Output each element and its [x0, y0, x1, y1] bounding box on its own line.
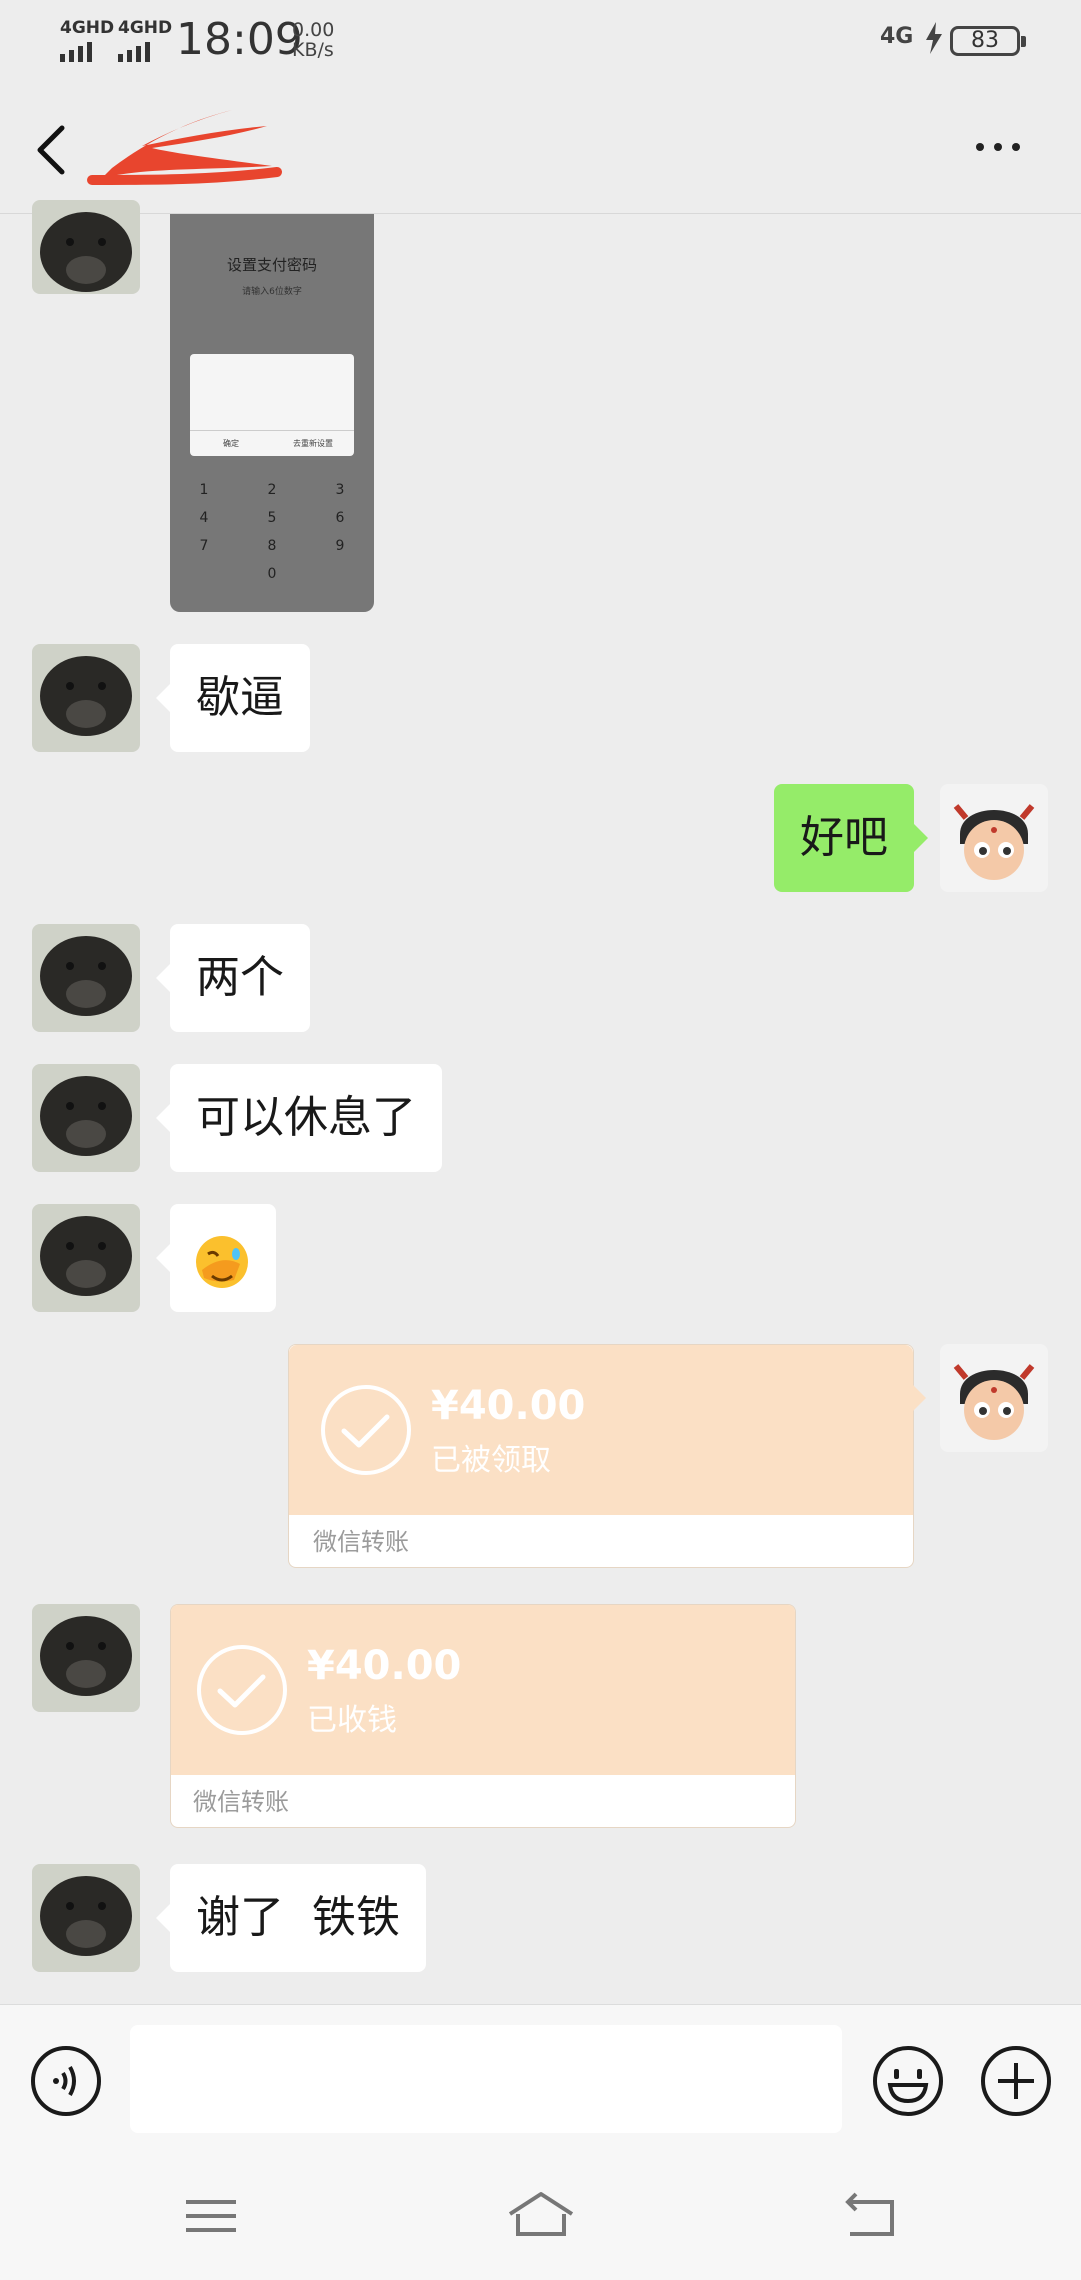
status-bar: 4GHD 4GHD 18:09 0.00 KB/s 4G 83 [0, 0, 1081, 82]
image-key: 4 [199, 510, 209, 526]
message-bubble-incoming[interactable]: 🤦 [156, 1204, 276, 1312]
plus-icon[interactable] [980, 2045, 1052, 2117]
contact-avatar[interactable] [32, 644, 140, 752]
network-type: 4G [880, 24, 914, 49]
chat-header [0, 82, 1081, 214]
message-input[interactable] [130, 2025, 842, 2133]
message-bubble-incoming[interactable]: 歇逼 [156, 644, 310, 752]
charging-icon [926, 22, 942, 54]
image-key: 9 [335, 538, 345, 554]
image-keypad: 1 2 3 4 5 6 7 8 9 0 [170, 482, 374, 582]
signal-strength-sim1: 4GHD [60, 18, 114, 62]
image-key: 6 [335, 510, 345, 526]
signal-strength-sim2: 4GHD [118, 18, 172, 62]
contact-avatar[interactable] [32, 200, 140, 294]
my-avatar[interactable] [940, 784, 1048, 892]
image-subtitle-text: 请输入6位数字 [242, 287, 302, 297]
redacted-contact-name [87, 110, 282, 185]
transfer-amount: ¥40.00 [431, 1383, 586, 1429]
voice-icon[interactable] [30, 2045, 102, 2117]
image-key [170, 566, 238, 582]
chevron-left-icon[interactable] [30, 122, 78, 178]
contact-avatar[interactable] [32, 1204, 140, 1312]
speed-unit: KB/s [292, 39, 334, 61]
image-key: 2 [267, 482, 277, 498]
message-bubble-incoming[interactable]: 可以休息了 [156, 1064, 442, 1172]
system-navigation-bar [0, 2148, 1081, 2280]
input-bar [0, 2004, 1081, 2148]
more-dots-icon[interactable] [976, 122, 1036, 172]
check-circle-icon [321, 1385, 411, 1475]
menu-icon[interactable] [176, 2188, 246, 2244]
message-bubble-incoming[interactable]: 两个 [156, 924, 310, 1032]
transfer-status: 已被领取 [431, 1443, 551, 1478]
image-dialog-confirm: 确定 [223, 439, 239, 448]
transfer-amount: ¥40.00 [307, 1643, 462, 1689]
speed-value: 0.00 [292, 19, 335, 41]
back-nav-icon[interactable] [836, 2188, 906, 2244]
check-circle-icon [197, 1645, 287, 1735]
message-bubble-incoming[interactable]: 谢了 铁铁 [156, 1864, 426, 1972]
image-dialog: 确定 去重新设置 [190, 354, 354, 456]
my-avatar[interactable] [940, 1344, 1048, 1452]
image-key: 3 [335, 482, 345, 498]
battery-indicator: 83 [950, 26, 1026, 56]
transfer-card-outgoing[interactable]: ¥40.00 已被领取 微信转账 [288, 1344, 926, 1568]
message-bubble-outgoing[interactable]: 好吧 [774, 784, 928, 892]
image-dialog-other: 去重新设置 [293, 439, 333, 448]
emoji-icon[interactable] [872, 2045, 944, 2117]
image-key: 8 [267, 538, 277, 554]
contact-avatar[interactable] [32, 1604, 140, 1712]
home-icon[interactable] [506, 2188, 576, 2244]
transfer-status: 已收钱 [307, 1703, 397, 1738]
contact-avatar[interactable] [32, 1064, 140, 1172]
transfer-card-incoming[interactable]: ¥40.00 已收钱 微信转账 [170, 1604, 796, 1828]
image-key: 7 [199, 538, 209, 554]
image-title-text: 设置支付密码 [226, 256, 317, 274]
image-message[interactable]: 设置支付密码 请输入6位数字 确定 去重新设置 1 2 3 4 5 6 7 8 … [170, 214, 374, 612]
network-speed: 0.00 KB/s [292, 20, 334, 60]
transfer-footer: 微信转账 [313, 1528, 409, 1556]
contact-avatar[interactable] [32, 924, 140, 1032]
image-key: 5 [267, 510, 277, 526]
clock: 18:09 [176, 14, 303, 65]
image-key: 1 [199, 482, 209, 498]
facepalm-emoji-icon [196, 1236, 248, 1288]
image-key [306, 566, 374, 582]
transfer-footer: 微信转账 [193, 1788, 289, 1816]
image-key: 0 [267, 566, 277, 582]
contact-avatar[interactable] [32, 1864, 140, 1972]
signal-label: 4GHD [118, 18, 173, 38]
signal-label: 4GHD [60, 18, 115, 38]
